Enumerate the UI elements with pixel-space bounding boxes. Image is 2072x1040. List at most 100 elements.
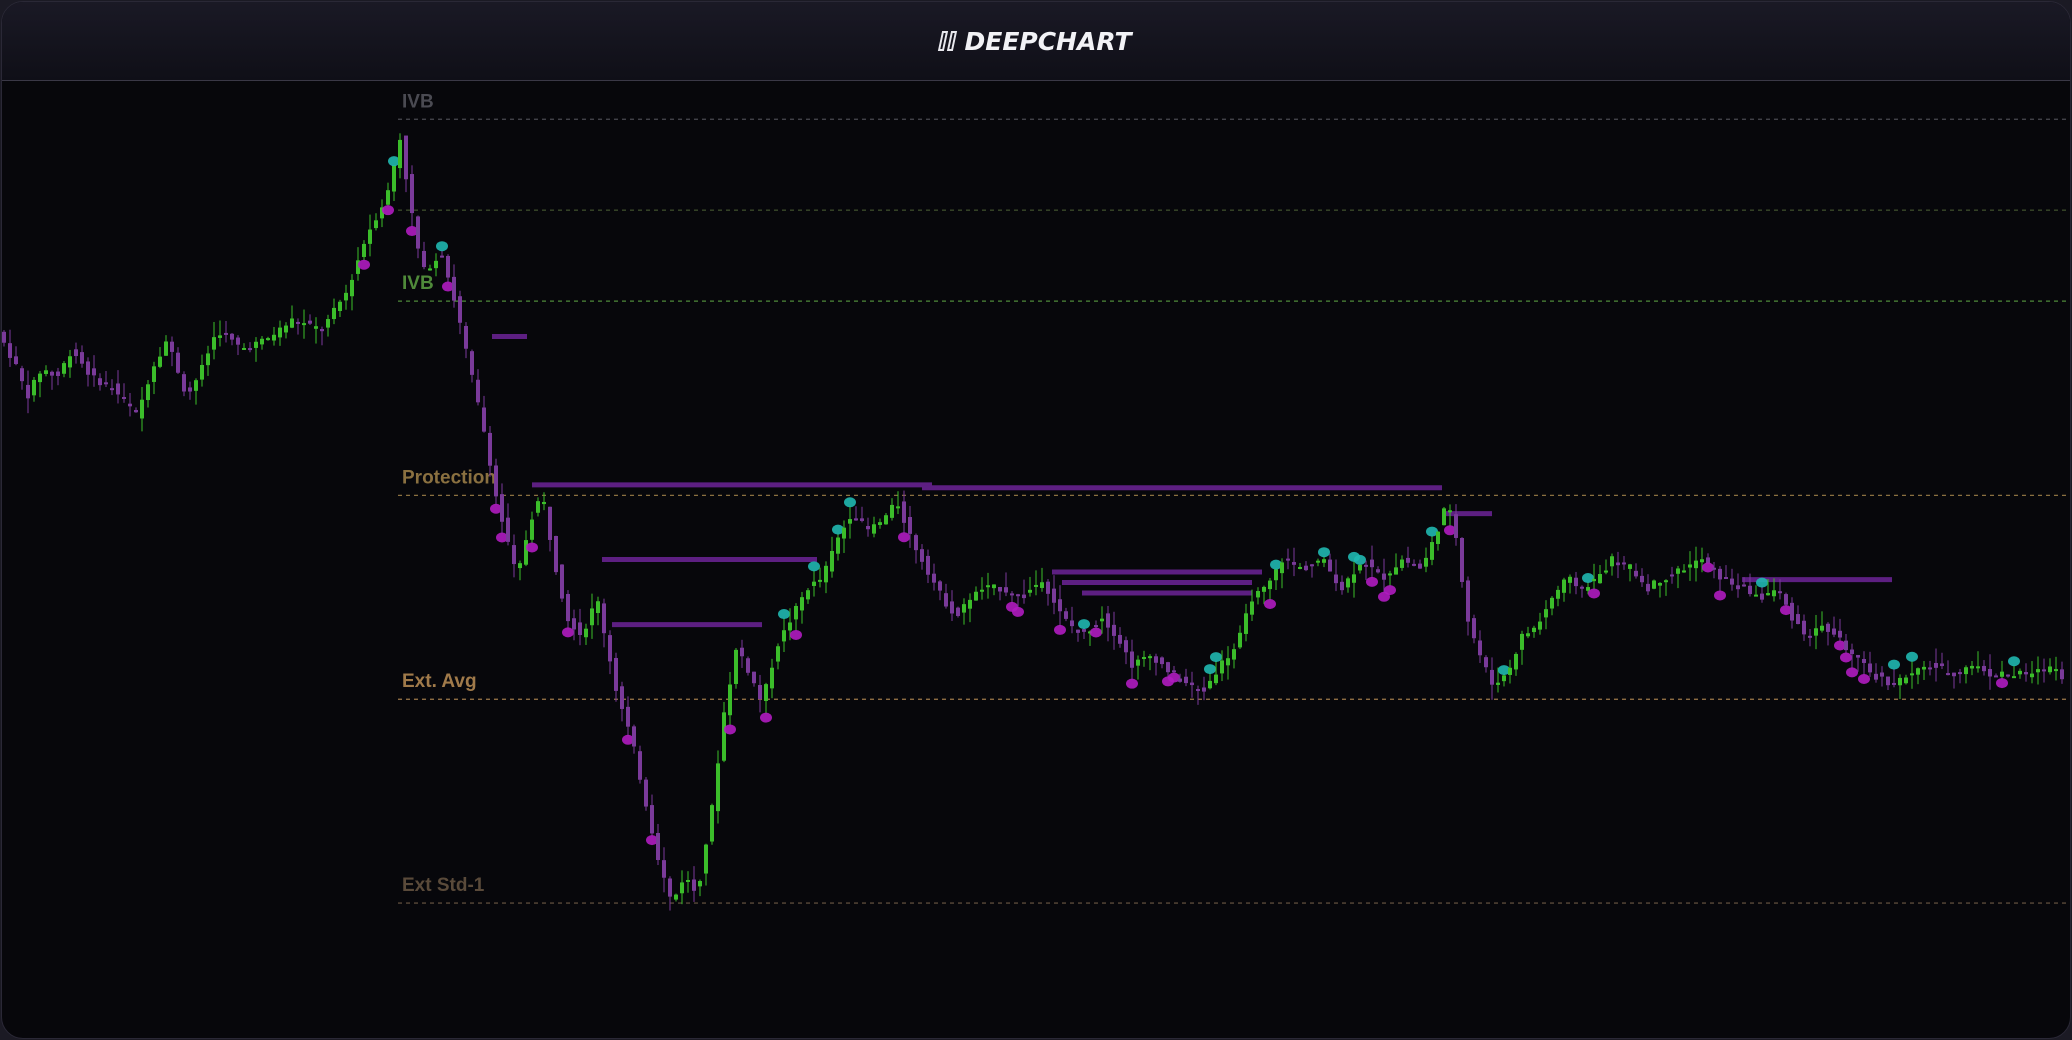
price-chart[interactable]: IVB IVB Protection Ext. Avg Ext Std-1 <box>2 81 2070 1038</box>
candle-body <box>332 307 336 320</box>
candle-body <box>980 589 984 592</box>
candle-body <box>260 338 264 345</box>
double-bar-logo-icon <box>938 31 962 51</box>
candle-body <box>1562 579 1566 593</box>
candle-body <box>1046 581 1050 594</box>
candle-body <box>278 327 282 338</box>
candle-body <box>1778 591 1782 594</box>
candle-body <box>1094 625 1098 628</box>
candle-body <box>1724 577 1728 580</box>
candle-body <box>1820 625 1824 631</box>
candle-body <box>326 319 330 328</box>
candle-body <box>1838 630 1842 638</box>
candle-body <box>560 564 564 599</box>
candle-body <box>866 526 870 530</box>
candle-body <box>8 343 12 358</box>
candle-body <box>1082 629 1086 632</box>
candle-body <box>284 325 288 333</box>
candle-body <box>596 601 600 614</box>
candle-body <box>956 607 960 616</box>
candle-body <box>1742 584 1746 587</box>
candle-body <box>1040 582 1044 588</box>
candle-body <box>644 779 648 807</box>
candle-body <box>1412 563 1416 566</box>
sell-volume-marker <box>1264 599 1276 610</box>
candle-body <box>1304 565 1308 571</box>
candle-body <box>1832 628 1836 635</box>
candle-body <box>254 341 258 348</box>
sell-volume-marker <box>1996 678 2008 689</box>
candle-body <box>1970 665 1974 669</box>
candle-body <box>1388 573 1392 576</box>
candle-body <box>1946 673 1950 676</box>
sell-volume-marker <box>1714 590 1726 601</box>
candle-body <box>1052 588 1056 603</box>
candle-body <box>1646 583 1650 592</box>
buy-volume-marker <box>1354 554 1366 565</box>
candle-body <box>602 603 606 634</box>
candle-body <box>1784 594 1788 605</box>
candle-body <box>1616 562 1620 566</box>
candle-body <box>1490 669 1494 685</box>
candle-body <box>26 384 30 399</box>
candle-body <box>1286 558 1290 561</box>
sell-volume-marker <box>760 712 772 723</box>
candle-body <box>374 220 378 229</box>
candle-body <box>1250 601 1254 615</box>
candle-body <box>1034 584 1038 587</box>
candle-body <box>662 860 666 878</box>
candle-body <box>1274 569 1278 581</box>
candle-body <box>1928 667 1932 670</box>
candle-body <box>1904 677 1908 684</box>
candle-body <box>1166 662 1170 673</box>
candle-body <box>1730 578 1734 585</box>
candle-body <box>584 628 588 638</box>
candle-body <box>878 522 882 525</box>
candle-body <box>1112 624 1116 636</box>
candle-body <box>110 388 114 391</box>
candle-body <box>968 599 972 609</box>
candle-body <box>650 805 654 834</box>
candle-body <box>1688 564 1692 568</box>
candle-body <box>428 268 432 271</box>
level-label: IVB <box>402 273 434 294</box>
candle-body <box>1862 658 1866 663</box>
candle-body <box>716 763 720 812</box>
candle-body <box>1136 659 1140 666</box>
candle-body <box>1598 574 1602 584</box>
chart-canvas[interactable]: IVB IVB Protection Ext. Avg Ext Std-1 <box>2 81 2070 1038</box>
candle-body <box>1790 602 1794 621</box>
candle-body <box>1160 657 1164 665</box>
candle-body <box>692 879 696 891</box>
candle-body <box>896 506 900 509</box>
title-bar: DEEPCHART <box>2 2 2070 81</box>
candle-body <box>350 279 354 297</box>
sell-volume-marker <box>1126 678 1138 689</box>
candle-body <box>794 605 798 620</box>
candle-body <box>2042 669 2046 672</box>
candle-body <box>932 573 936 583</box>
candle-body <box>1826 623 1830 632</box>
candle-body <box>152 366 156 382</box>
candle-body <box>1292 562 1296 565</box>
candle-body <box>1982 665 1986 672</box>
candle-body <box>458 296 462 323</box>
candle-body <box>140 399 144 419</box>
candle-body <box>296 321 300 324</box>
candle-body <box>146 384 150 401</box>
candle-body <box>32 379 36 396</box>
candle-body <box>1154 656 1158 663</box>
candle-body <box>1652 580 1656 589</box>
candle-body <box>1538 621 1542 630</box>
candle-body <box>1934 663 1938 668</box>
candle-body <box>302 323 306 326</box>
sell-volume-marker <box>526 542 538 553</box>
candle-body <box>134 409 138 413</box>
candle-body <box>1148 656 1152 659</box>
candle-body <box>1670 574 1674 577</box>
candle-body <box>164 341 168 356</box>
candle-body <box>212 337 216 350</box>
candle-body <box>1400 559 1404 568</box>
candle-body <box>2024 672 2028 675</box>
candle-body <box>2048 666 2052 673</box>
